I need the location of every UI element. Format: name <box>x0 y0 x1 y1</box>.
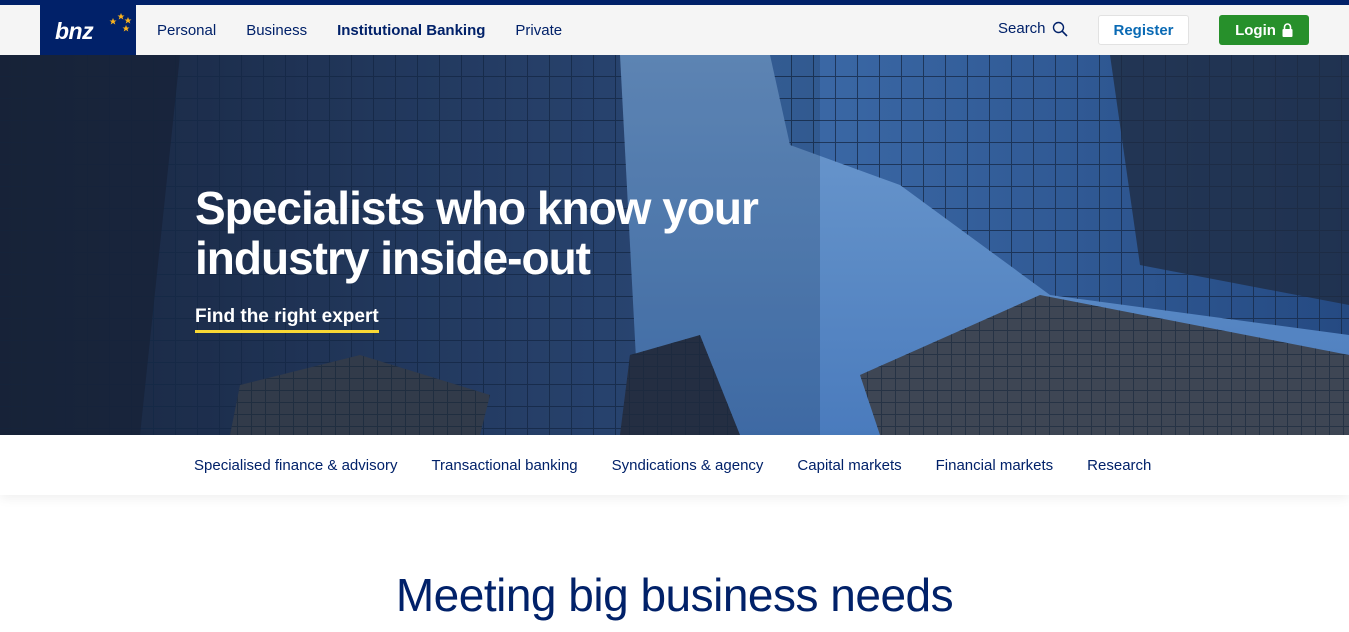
search-button[interactable]: Search <box>998 20 1068 37</box>
site-header: bnz Personal Business Institutional Bank… <box>0 5 1349 55</box>
subnav-capital-markets[interactable]: Capital markets <box>797 457 901 474</box>
hero-title-line-2: industry inside-out <box>195 232 591 284</box>
search-label: Search <box>998 20 1046 37</box>
hero-title-line-1: Specialists who know your <box>195 182 759 234</box>
logo-text: bnz <box>55 18 94 44</box>
nav-institutional-banking[interactable]: Institutional Banking <box>337 22 485 39</box>
hero-banner: Specialists who know your industry insid… <box>0 55 1349 435</box>
login-label: Login <box>1235 21 1276 39</box>
nav-private[interactable]: Private <box>515 22 562 39</box>
register-button[interactable]: Register <box>1098 15 1189 45</box>
nav-business[interactable]: Business <box>246 22 307 39</box>
find-expert-link[interactable]: Find the right expert <box>195 306 379 333</box>
secondary-nav: Specialised finance & advisory Transacti… <box>0 435 1349 495</box>
hero-title: Specialists who know your industry insid… <box>195 183 835 283</box>
login-button[interactable]: Login <box>1219 15 1309 45</box>
subnav-transactional-banking[interactable]: Transactional banking <box>431 457 577 474</box>
lock-icon <box>1282 23 1293 37</box>
subnav-financial-markets[interactable]: Financial markets <box>936 457 1054 474</box>
stars-icon <box>109 13 132 32</box>
bnz-logo[interactable]: bnz <box>40 5 136 55</box>
subnav-specialised-finance[interactable]: Specialised finance & advisory <box>194 457 397 474</box>
primary-nav: Personal Business Institutional Banking … <box>157 5 592 55</box>
section-heading: Meeting big business needs <box>395 569 954 621</box>
search-icon <box>1052 21 1068 37</box>
subnav-syndications-agency[interactable]: Syndications & agency <box>612 457 764 474</box>
subnav-research[interactable]: Research <box>1087 457 1151 474</box>
nav-personal[interactable]: Personal <box>157 22 216 39</box>
